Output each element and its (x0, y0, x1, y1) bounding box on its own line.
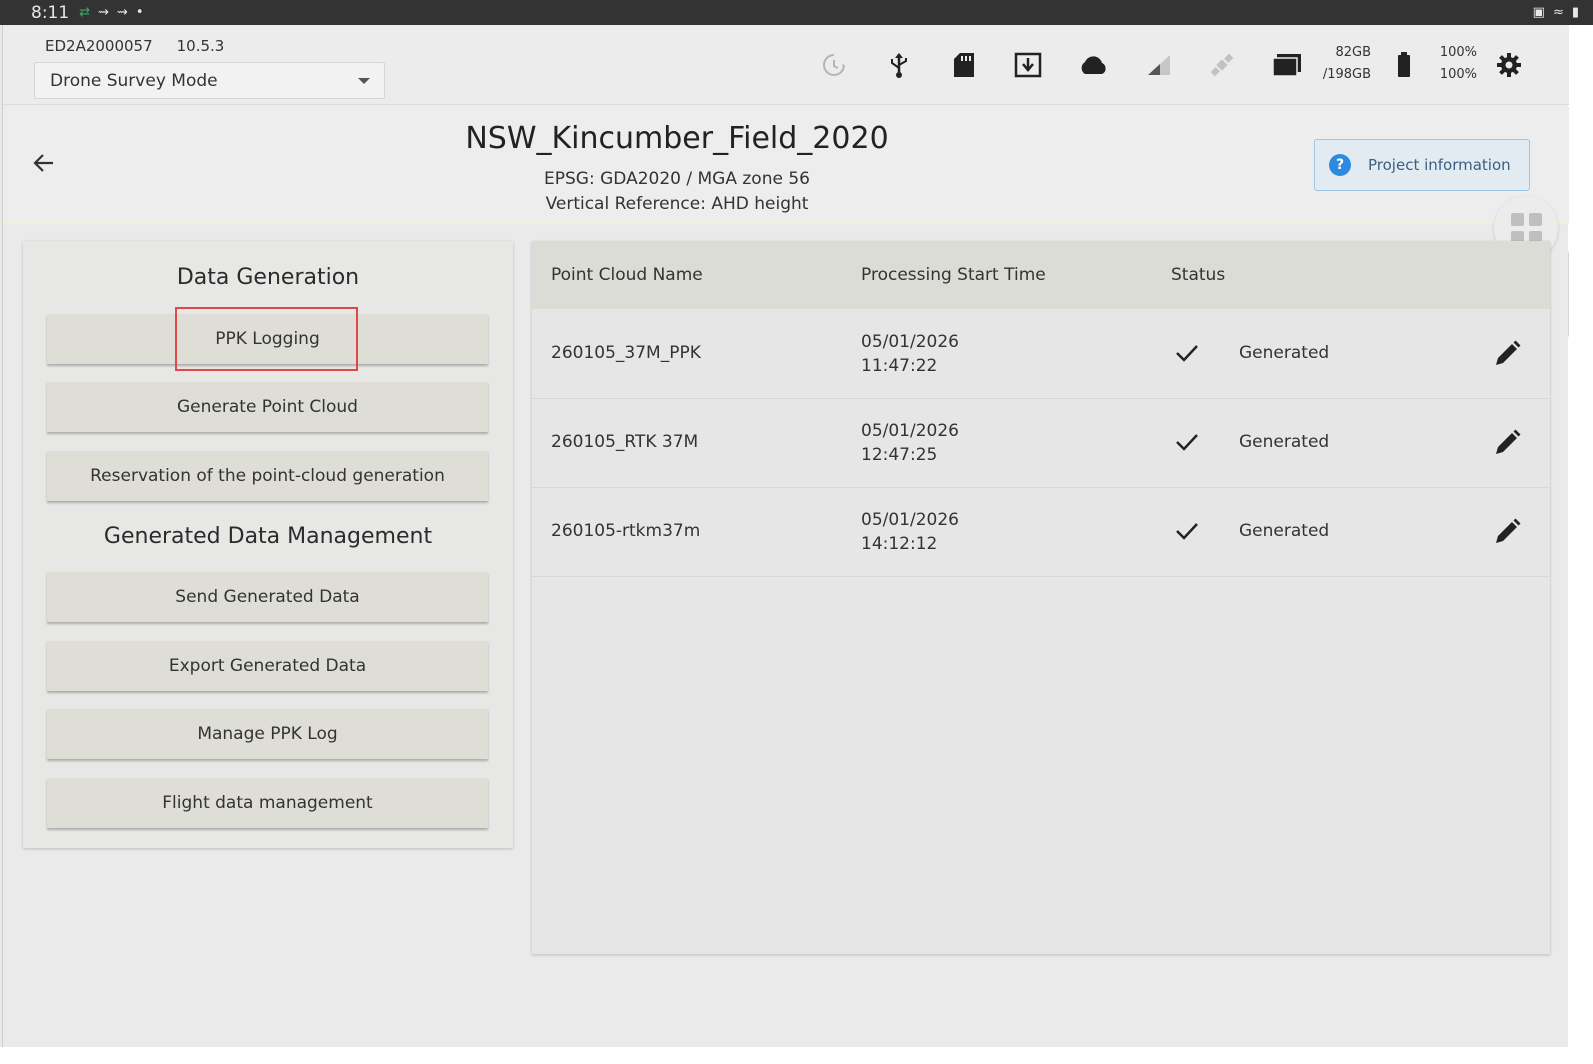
check-icon (1176, 434, 1198, 451)
point-cloud-name: 260105-rtkm37m (551, 521, 701, 541)
mode-dropdown[interactable]: Drone Survey Mode (34, 62, 385, 99)
processing-time: 14:12:12 (861, 534, 938, 554)
processing-time: 11:47:22 (861, 356, 938, 376)
column-header-name: Point Cloud Name (551, 265, 703, 285)
lock-icon: ▣ (1532, 5, 1545, 20)
project-vertical-reference: Vertical Reference: AHD height (545, 194, 809, 214)
processing-time: 12:47:25 (861, 445, 938, 465)
processing-start-time: 05/01/2026 11:47:22 (861, 330, 959, 378)
project-title: NSW_Kincumber_Field_2020 (465, 121, 889, 156)
flight-data-management-button[interactable]: Flight data management (47, 778, 488, 828)
back-button[interactable] (28, 147, 60, 179)
gear-icon[interactable] (1493, 50, 1525, 80)
project-information-label: Project information (1368, 156, 1511, 174)
edit-pencil-icon[interactable] (1491, 427, 1523, 459)
table-row[interactable]: 260105_37M_PPK 05/01/2026 11:47:22 Gener… (532, 310, 1550, 399)
firmware-version: 10.5.3 (176, 37, 225, 55)
sync-icon[interactable]: ! (818, 50, 850, 80)
edit-pencil-icon[interactable] (1491, 516, 1523, 548)
storage-total: /198GB (1322, 67, 1371, 82)
svg-text:!: ! (841, 63, 845, 74)
device-info: ED2A2000057 10.5.3 (45, 37, 224, 55)
table-row[interactable]: 260105_RTK 37M 05/01/2026 12:47:25 Gener… (532, 399, 1550, 488)
bottom-edge (0, 1047, 1593, 1064)
satellite-icon[interactable] (1206, 50, 1238, 80)
actions-panel: Data Generation PPK Logging Generate Poi… (23, 241, 513, 848)
point-cloud-name: 260105_RTK 37M (551, 432, 699, 452)
arrow-left-icon (33, 154, 53, 172)
edit-pencil-icon[interactable] (1491, 338, 1523, 370)
notification-dot-icon: • (135, 5, 144, 20)
device-id: ED2A2000057 (45, 37, 153, 55)
app-window: ED2A2000057 10.5.3 Drone Survey Mode ! 8… (2, 25, 1569, 1047)
generate-point-cloud-button[interactable]: Generate Point Cloud (47, 382, 488, 432)
mode-dropdown-value: Drone Survey Mode (50, 70, 218, 91)
data-generation-heading: Data Generation (176, 265, 360, 290)
project-header: NSW_Kincumber_Field_2020 EPSG: GDA2020 /… (3, 107, 1569, 223)
wifi-icon: ≈ (1552, 5, 1564, 20)
reservation-button[interactable]: Reservation of the point-cloud generatio… (47, 451, 488, 501)
send-generated-data-button[interactable]: Send Generated Data (47, 572, 488, 622)
status-text: Generated (1239, 343, 1330, 363)
signal-icon[interactable] (1143, 50, 1175, 80)
battery-level-1: 100% (1439, 45, 1477, 60)
status-text: Generated (1239, 521, 1330, 541)
storage-icon[interactable] (1271, 50, 1303, 80)
help-icon: ? (1329, 154, 1351, 176)
usb-status-icon: ⇝ (98, 5, 109, 20)
android-status-bar: 8:11 ⇄ ⇝ ⇝ • ▣ ≈ ▮ (0, 0, 1593, 25)
cloud-icon[interactable] (1077, 50, 1109, 80)
battery-status-icon: ▮ (1571, 5, 1579, 20)
usb-icon[interactable] (883, 50, 915, 80)
storage-free: 82GB (1335, 45, 1371, 60)
chevron-down-icon (358, 78, 370, 84)
data-transfer-icon: ⇄ (79, 5, 91, 20)
battery-level-2: 100% (1439, 67, 1477, 82)
processing-start-time: 05/01/2026 14:12:12 (861, 508, 959, 556)
right-edge (1568, 25, 1593, 1047)
manage-ppk-log-button[interactable]: Manage PPK Log (47, 709, 488, 759)
usb-status-icon-2: ⇝ (117, 5, 128, 20)
export-generated-data-button[interactable]: Export Generated Data (47, 641, 488, 691)
battery-icon[interactable] (1388, 50, 1420, 80)
processing-date: 05/01/2026 (861, 510, 959, 530)
data-management-heading: Generated Data Management (103, 524, 433, 549)
download-icon[interactable] (1012, 50, 1044, 80)
processing-date: 05/01/2026 (861, 332, 959, 352)
sd-card-icon[interactable] (948, 50, 980, 80)
project-information-button[interactable]: ? Project information (1314, 139, 1530, 191)
processing-start-time: 05/01/2026 12:47:25 (861, 419, 959, 467)
project-epsg: EPSG: GDA2020 / MGA zone 56 (544, 169, 810, 189)
check-icon (1176, 345, 1198, 362)
check-icon (1176, 523, 1198, 540)
storage-readout: 82GB /198GB (1313, 42, 1371, 86)
ppk-logging-button[interactable]: PPK Logging (47, 314, 488, 364)
table-header: Point Cloud Name Processing Start Time S… (532, 241, 1550, 309)
top-toolbar: ED2A2000057 10.5.3 Drone Survey Mode ! 8… (3, 25, 1569, 105)
point-cloud-table: Point Cloud Name Processing Start Time S… (532, 241, 1550, 954)
processing-date: 05/01/2026 (861, 421, 959, 441)
table-row[interactable]: 260105-rtkm37m 05/01/2026 14:12:12 Gener… (532, 488, 1550, 577)
column-header-time: Processing Start Time (861, 265, 1046, 285)
clock: 8:11 (31, 2, 70, 23)
grid-icon (1510, 212, 1524, 226)
battery-readout: 100% 100% (1423, 42, 1477, 86)
column-header-status: Status (1171, 265, 1226, 285)
status-text: Generated (1239, 432, 1330, 452)
point-cloud-name: 260105_37M_PPK (551, 343, 701, 363)
